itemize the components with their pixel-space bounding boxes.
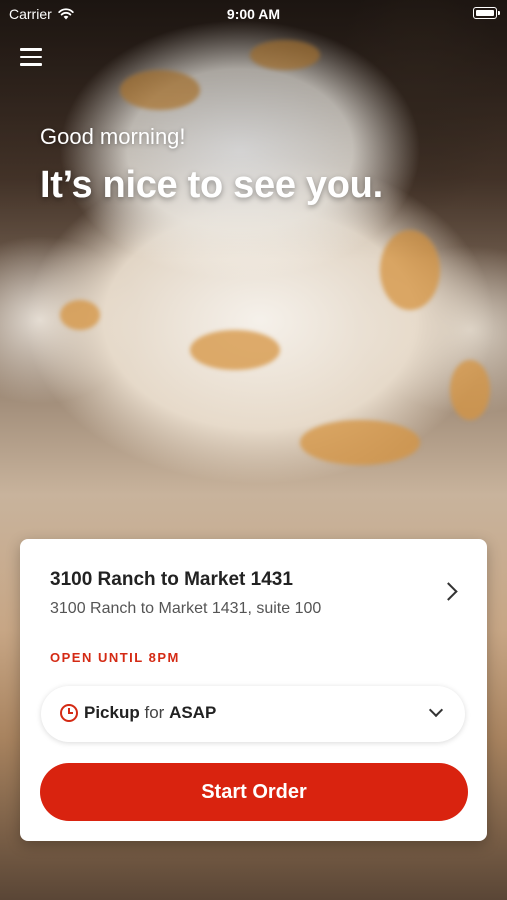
chevron-down-icon xyxy=(428,702,444,718)
status-time: 9:00 AM xyxy=(226,6,281,22)
status-bar: Carrier 9:00 AM xyxy=(0,0,507,28)
greeting-text: Good morning! xyxy=(40,124,186,149)
order-connector: for xyxy=(144,703,165,722)
store-location-row[interactable]: 3100 Ranch to Market 1431 3100 Ranch to … xyxy=(20,539,487,659)
store-card: 3100 Ranch to Market 1431 3100 Ranch to … xyxy=(20,539,487,841)
hamburger-menu-icon[interactable] xyxy=(20,48,42,68)
chevron-right-icon xyxy=(439,582,458,601)
store-address: 3100 Ranch to Market 1431, suite 100 xyxy=(50,600,322,617)
start-order-button[interactable]: Start Order xyxy=(40,763,468,821)
store-hours-label: OPEN UNTIL 8PM xyxy=(50,650,180,665)
order-time: ASAP xyxy=(169,703,217,722)
store-name: 3100 Ranch to Market 1431 xyxy=(50,569,293,590)
welcome-headline: It’s nice to see you. xyxy=(40,164,383,206)
pickup-text: Pickup for ASAP xyxy=(84,703,216,723)
order-mode: Pickup xyxy=(84,703,140,722)
battery-icon xyxy=(473,7,500,19)
pickup-time-selector[interactable]: Pickup for ASAP xyxy=(41,686,465,742)
clock-icon xyxy=(60,704,78,722)
